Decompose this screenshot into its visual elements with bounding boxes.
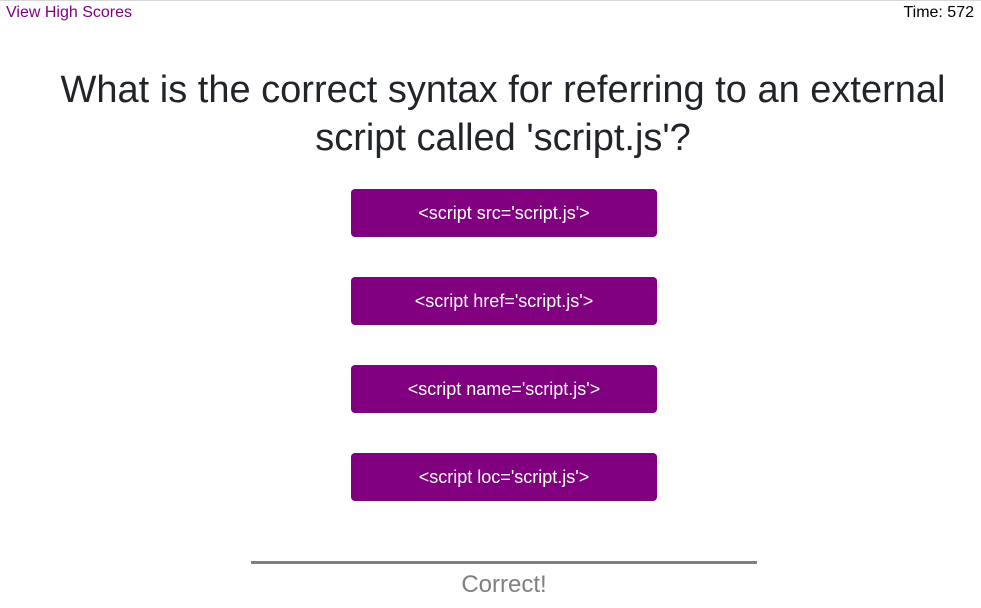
answer-button-1[interactable]: <script src='script.js'>: [351, 189, 657, 237]
answer-button-4[interactable]: <script loc='script.js'>: [351, 453, 657, 501]
header: View High Scores Time: 572: [0, 0, 981, 28]
answer-button-3[interactable]: <script name='script.js'>: [351, 365, 657, 413]
answer-list: <script src='script.js'> <script href='s…: [351, 189, 657, 541]
view-high-scores-link[interactable]: View High Scores: [6, 4, 132, 22]
feedback-message: Correct!: [461, 571, 547, 598]
question-title: What is the correct syntax for referring…: [60, 69, 946, 159]
timer: Time: 572: [903, 4, 974, 21]
answer-button-2[interactable]: <script href='script.js'>: [351, 277, 657, 325]
feedback-divider: [251, 561, 757, 564]
